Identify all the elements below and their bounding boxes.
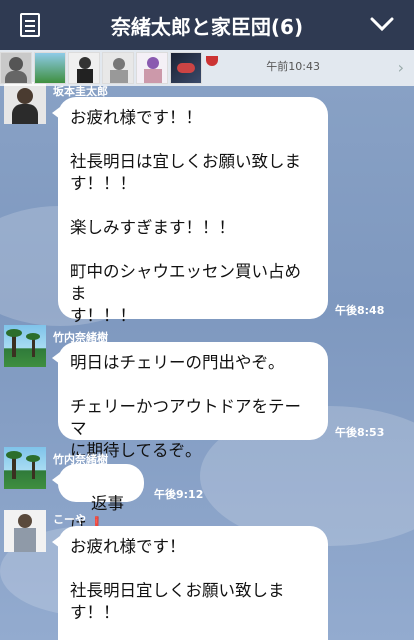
chat-header: 奈緒太郎と家臣団(6) [0,0,414,50]
chevron-down-icon[interactable] [370,14,394,34]
member-avatar[interactable] [136,52,168,84]
avatar[interactable] [4,82,46,124]
chevron-right-icon[interactable]: › [398,58,404,77]
member-avatar[interactable] [102,52,134,84]
message-time: 午後8:48 [335,304,385,317]
last-seen-time: 午前10:43 [266,60,320,73]
message-bubble[interactable]: お疲れ様です！ 社長明日宜しくお願い致しま す！！ 楽しみにしてます！ [52,526,328,640]
menu-icon[interactable] [20,13,40,37]
member-avatar-partial [206,56,218,66]
message-bubble[interactable]: 明日はチェリーの門出やぞ。 チェリーかつアウトドアをテーマ に期待してるぞ。 [52,342,328,460]
sender-name: こーや [53,513,86,526]
message-bubble[interactable]: 返事は❗ [52,464,144,535]
chat-title: 奈緒太郎と家臣団(6) [110,14,304,39]
avatar[interactable] [4,447,46,489]
member-avatar[interactable] [0,52,32,84]
avatar[interactable] [4,510,46,552]
avatar[interactable] [4,325,46,367]
members-bar[interactable]: 午前10:43 › [0,50,414,86]
member-avatar[interactable] [68,52,100,84]
member-avatar[interactable] [170,52,202,84]
member-avatar[interactable] [34,52,66,84]
message-bubble[interactable]: お疲れ様です！！ 社長明日は宜しくお願い致しま す！！！ 楽しみすぎます！！！ … [52,97,328,325]
message-time: 午後9:12 [154,488,204,501]
message-time: 午後8:53 [335,426,385,439]
